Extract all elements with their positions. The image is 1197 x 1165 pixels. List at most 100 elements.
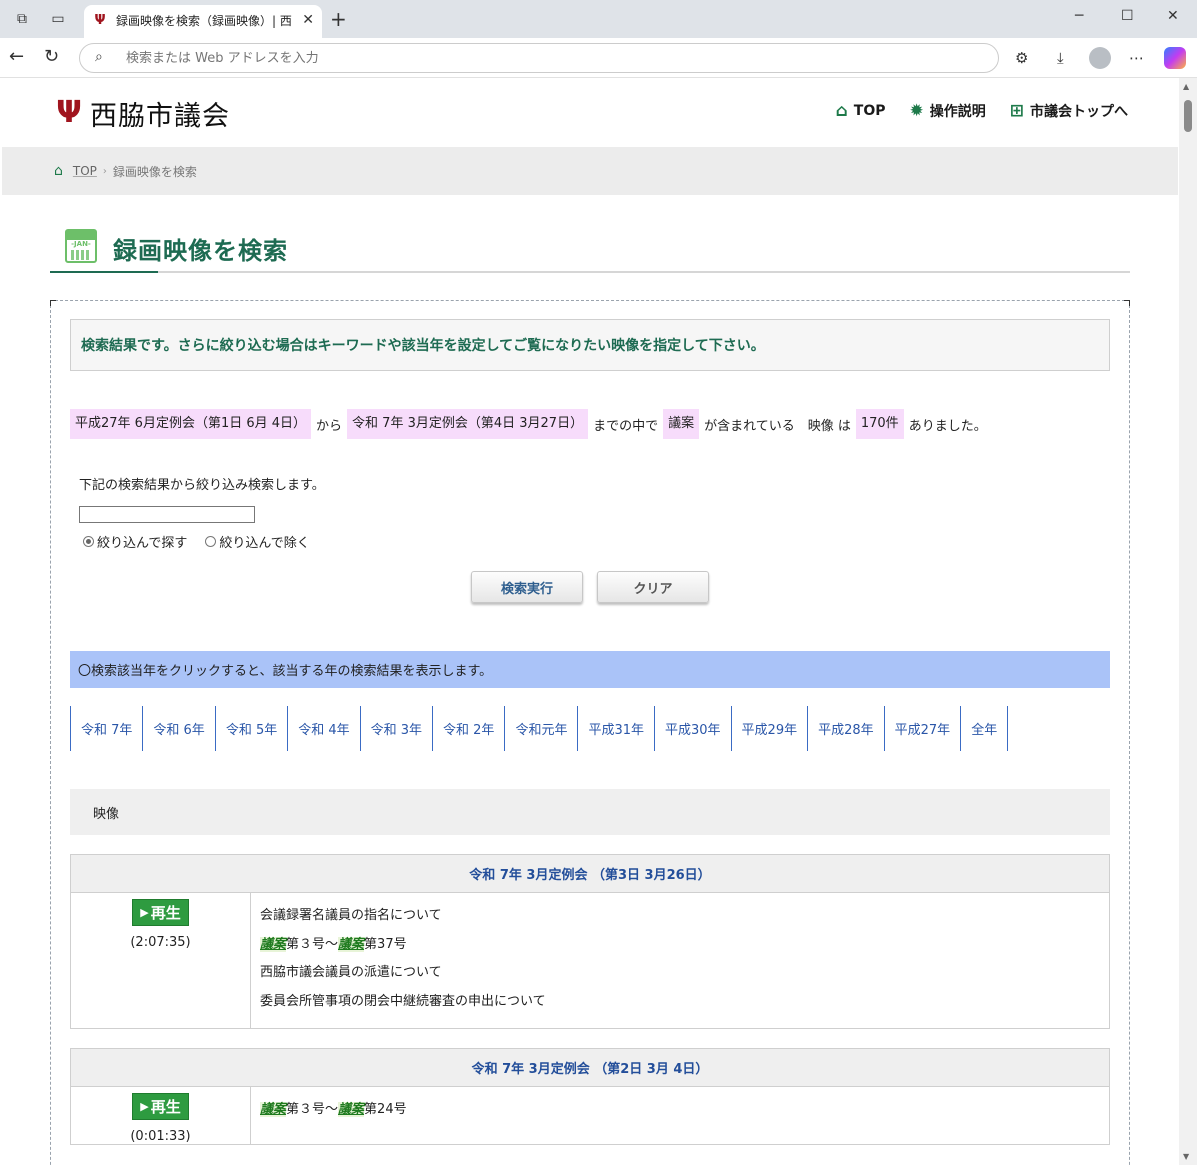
search-results-box: 検索結果です。さらに絞り込む場合はキーワードや該当年を設定してご覧になりたい映像… bbox=[50, 300, 1130, 1165]
summary-text: ありました。 bbox=[908, 418, 987, 434]
back-icon[interactable]: ← bbox=[9, 47, 24, 67]
keyword-highlight: 議案 bbox=[338, 936, 365, 952]
maximize-icon[interactable]: ☐ bbox=[1121, 8, 1134, 24]
site-name: 西脇市議会 bbox=[90, 100, 230, 132]
summary-text: が含まれている 映像 は bbox=[704, 418, 851, 434]
year-link[interactable]: 令和元年 bbox=[504, 706, 577, 751]
browser-tab-active[interactable]: Ψ 録画映像を検索（録画映像）| 西脇市議会 ✕ bbox=[84, 5, 322, 38]
workspaces-icon[interactable]: ⧉ bbox=[12, 9, 32, 29]
scroll-down-icon[interactable]: ▼ bbox=[1183, 1152, 1189, 1161]
tab-close-icon[interactable]: ✕ bbox=[302, 12, 314, 28]
summary-text: から bbox=[316, 418, 343, 434]
agenda-item: 会議録署名議員の指名について bbox=[260, 908, 442, 923]
site-header: Ψ 西脇市議会 ⌂ TOP ✹ 操作説明 ⊞ 市議会トップへ bbox=[2, 78, 1178, 147]
tab-actions-icon[interactable]: ▭ bbox=[48, 9, 68, 29]
profile-avatar[interactable] bbox=[1089, 47, 1111, 69]
nav-top-link[interactable]: ⌂ TOP bbox=[836, 101, 886, 121]
downloads-icon[interactable]: ⤓ bbox=[1057, 48, 1064, 68]
gear-icon: ✹ bbox=[909, 100, 924, 121]
summary-text: までの中で bbox=[593, 418, 659, 434]
browser-address-bar: ← ↻ ⌕ ⚙ ⤓ ⋯ bbox=[0, 38, 1197, 78]
copilot-icon[interactable] bbox=[1164, 47, 1186, 69]
year-link[interactable]: 令和 4年 bbox=[287, 706, 359, 751]
omnibox[interactable]: ⌕ bbox=[79, 43, 999, 73]
year-link[interactable]: 平成27年 bbox=[883, 706, 961, 751]
refresh-icon[interactable]: ↻ bbox=[44, 47, 59, 67]
agenda-text: 第３号～ bbox=[286, 936, 339, 952]
site-favicon-icon: Ψ bbox=[94, 13, 106, 28]
radio-include-button[interactable] bbox=[83, 536, 94, 547]
video-section-header: 映像 bbox=[70, 789, 1110, 835]
title-underline-accent bbox=[50, 271, 158, 273]
radio-include[interactable]: 絞り込んで探す bbox=[83, 532, 187, 551]
home-icon[interactable]: ⌂ bbox=[54, 163, 63, 179]
nav-council-top-link[interactable]: ⊞ 市議会トップへ bbox=[1010, 101, 1128, 121]
scrollbar-thumb[interactable] bbox=[1184, 100, 1192, 132]
home-icon: ⌂ bbox=[835, 100, 848, 121]
box-corner bbox=[1124, 300, 1130, 306]
refine-mode-radios: 絞り込んで探す 絞り込んで除く bbox=[83, 532, 1110, 551]
radio-exclude-button[interactable] bbox=[205, 536, 217, 547]
radio-exclude[interactable]: 絞り込んで除く bbox=[205, 532, 310, 551]
breadcrumb-current: 録画映像を検索 bbox=[112, 164, 197, 179]
play-button[interactable]: ▶ 再生 bbox=[132, 899, 189, 926]
year-filter-info: 〇検索該当年をクリックすると、該当する年の検索結果を表示します。 bbox=[70, 651, 1110, 688]
year-link[interactable]: 令和 6年 bbox=[142, 706, 214, 751]
keyword-highlight: 議案 bbox=[338, 1102, 365, 1117]
summary-count: 170件 bbox=[855, 409, 904, 439]
video-duration: (0:01:33) bbox=[130, 1129, 191, 1144]
search-summary: 平成27年 6月定例会（第1日 6月 4日） から 令和 7年 3月定例会（第4… bbox=[70, 409, 1110, 439]
nav-top-label: TOP bbox=[853, 103, 886, 119]
session-title[interactable]: 令和 7年 3月定例会 （第3日 3月26日） bbox=[71, 855, 1109, 893]
nav-help-link[interactable]: ✹ 操作説明 bbox=[910, 101, 986, 121]
year-link[interactable]: 平成30年 bbox=[654, 706, 731, 751]
keyword-highlight: 議案 bbox=[260, 936, 287, 952]
address-input[interactable] bbox=[126, 49, 826, 67]
year-link[interactable]: 令和 3年 bbox=[359, 706, 432, 751]
clear-button[interactable]: クリア bbox=[597, 571, 709, 603]
breadcrumb-top-link[interactable]: TOP bbox=[73, 164, 97, 178]
site-logo[interactable]: Ψ 西脇市議会 bbox=[52, 95, 230, 132]
window-close-icon[interactable]: ✕ bbox=[1167, 8, 1179, 24]
year-link[interactable]: 全年 bbox=[960, 706, 1009, 751]
agenda-list: 議案第３号～議案第24号 bbox=[251, 1087, 1109, 1144]
calendar-icon: -JAN- bbox=[65, 229, 97, 263]
page-scrollbar[interactable]: ▲ ▼ bbox=[1179, 78, 1197, 1165]
sitemap-icon: ⊞ bbox=[1009, 100, 1024, 121]
breadcrumb: ⌂ TOP › 録画映像を検索 bbox=[2, 147, 1178, 195]
agenda-text: 第37号 bbox=[364, 936, 407, 952]
play-button[interactable]: ▶ 再生 bbox=[132, 1093, 189, 1120]
keyword-highlight: 議案 bbox=[260, 1102, 287, 1117]
play-label: 再生 bbox=[150, 1098, 181, 1116]
agenda-item: 議案第３号～議案第37号 bbox=[260, 934, 1100, 963]
session-player: ▶ 再生 (0:01:33) bbox=[71, 1087, 251, 1144]
session-row: 令和 7年 3月定例会 （第2日 3月 4日） ▶ 再生 (0:01:33) 議案第３号… bbox=[70, 1048, 1110, 1145]
more-menu-icon[interactable]: ⋯ bbox=[1129, 48, 1144, 68]
minimize-icon[interactable]: ─ bbox=[1075, 8, 1083, 24]
search-execute-button[interactable]: 検索実行 bbox=[471, 571, 583, 603]
agenda-item: 議案第３号～議案第24号 bbox=[260, 1099, 1100, 1128]
radio-include-label: 絞り込んで探す bbox=[97, 536, 188, 551]
city-emblem-icon: Ψ bbox=[56, 95, 82, 130]
video-duration: (2:07:35) bbox=[130, 935, 191, 950]
extensions-icon[interactable]: ⚙ bbox=[1015, 48, 1028, 68]
year-link[interactable]: 平成28年 bbox=[807, 706, 884, 751]
refine-buttons: 検索実行 クリア bbox=[70, 571, 1110, 603]
new-tab-icon[interactable]: + bbox=[330, 8, 347, 30]
refine-keyword-input[interactable] bbox=[79, 506, 255, 523]
summary-to-session: 令和 7年 3月定例会（第4日 3月27日） bbox=[347, 409, 589, 439]
summary-from-session: 平成27年 6月定例会（第1日 6月 4日） bbox=[70, 409, 312, 439]
tab-title: 録画映像を検索（録画映像）| 西脇市議会 bbox=[116, 14, 292, 28]
year-link[interactable]: 令和 7年 bbox=[70, 706, 142, 751]
year-link[interactable]: 平成31年 bbox=[577, 706, 654, 751]
play-label: 再生 bbox=[150, 904, 181, 922]
year-link[interactable]: 令和 5年 bbox=[214, 706, 287, 751]
agenda-text: 第３号～ bbox=[286, 1102, 339, 1117]
year-link[interactable]: 令和 2年 bbox=[432, 706, 504, 751]
year-link[interactable]: 平成29年 bbox=[730, 706, 808, 751]
agenda-list: 会議録署名議員の指名について 議案第３号～議案第37号 西脇市議会議員の派遣について… bbox=[251, 893, 1109, 1028]
nav-council-top-label: 市議会トップへ bbox=[1030, 104, 1128, 120]
scroll-up-icon[interactable]: ▲ bbox=[1183, 82, 1189, 91]
session-title[interactable]: 令和 7年 3月定例会 （第2日 3月 4日） bbox=[71, 1049, 1109, 1087]
session-list: 令和 7年 3月定例会 （第3日 3月26日） ▶ 再生 (2:07:35) 会議録署名… bbox=[70, 854, 1110, 1145]
